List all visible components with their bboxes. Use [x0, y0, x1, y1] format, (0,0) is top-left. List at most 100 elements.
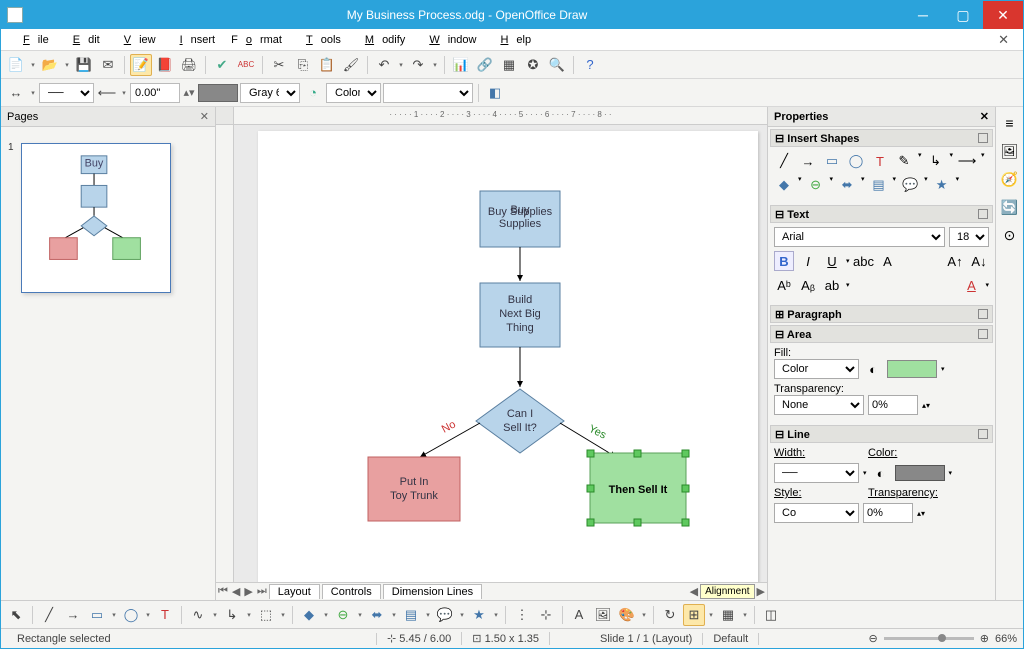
- line-color-icon[interactable]: ◐: [871, 463, 891, 483]
- text-shape-icon[interactable]: T: [870, 151, 890, 171]
- print-icon[interactable]: 🖨: [178, 54, 200, 76]
- strike-button[interactable]: abc: [854, 251, 874, 271]
- connector-tool-icon[interactable]: ↳: [221, 604, 243, 626]
- arrange-tool-icon[interactable]: ▦: [717, 604, 739, 626]
- connector-shape-icon[interactable]: ↳: [926, 151, 946, 171]
- symbol-tool-icon[interactable]: ⊖: [332, 604, 354, 626]
- rect-shape-icon[interactable]: ▭: [822, 151, 842, 171]
- flowchart-shape-icon[interactable]: ▤: [869, 175, 889, 195]
- font-size-select[interactable]: 18: [949, 227, 989, 247]
- paste-icon[interactable]: 📋: [316, 54, 338, 76]
- tab-first-icon[interactable]: ⏮: [216, 585, 230, 598]
- line-color-swatch[interactable]: [198, 84, 238, 102]
- line-shape-icon[interactable]: ╱: [774, 151, 794, 171]
- menu-format[interactable]: Format: [223, 32, 290, 48]
- email-icon[interactable]: ✉: [97, 54, 119, 76]
- star-tool-icon[interactable]: ★: [468, 604, 490, 626]
- properties-close-icon[interactable]: ✕: [980, 110, 989, 123]
- symbol-shape-icon[interactable]: ⊖: [806, 175, 826, 195]
- spellcheck-icon[interactable]: ✔: [211, 54, 233, 76]
- pages-close-icon[interactable]: ✕: [200, 110, 209, 123]
- copy-icon[interactable]: ⎘: [292, 54, 314, 76]
- menu-insert[interactable]: Insert: [164, 32, 224, 48]
- gallery-tab-icon[interactable]: 🖼: [1000, 141, 1020, 161]
- line-width-input[interactable]: [130, 83, 180, 103]
- line-width-select[interactable]: ──: [774, 463, 859, 483]
- menu-window[interactable]: Window: [413, 32, 484, 48]
- italic-button[interactable]: I: [798, 251, 818, 271]
- arrows-tool-icon[interactable]: ⬌: [366, 604, 388, 626]
- cut-icon[interactable]: ✂: [268, 54, 290, 76]
- fill-color-select[interactable]: [383, 83, 473, 103]
- new-dropdown[interactable]: ▾: [29, 61, 37, 69]
- ellipse-shape-icon[interactable]: ◯: [846, 151, 866, 171]
- font-color-icon[interactable]: A: [961, 275, 981, 295]
- curve-tool-icon[interactable]: ∿: [187, 604, 209, 626]
- lines-shape-icon[interactable]: ⟶: [957, 151, 977, 171]
- glue-tool-icon[interactable]: ⊹: [535, 604, 557, 626]
- close-button[interactable]: ✕: [983, 1, 1023, 29]
- autocheck-icon[interactable]: ABC: [235, 54, 257, 76]
- transparency-select[interactable]: None: [774, 395, 864, 415]
- decrease-font-icon[interactable]: A↓: [969, 251, 989, 271]
- new-icon[interactable]: 📄: [5, 54, 27, 76]
- undo-icon[interactable]: ↶: [373, 54, 395, 76]
- zoom-slider[interactable]: [884, 637, 974, 640]
- menu-modify[interactable]: Modify: [349, 32, 413, 48]
- points-tool-icon[interactable]: ⋮: [511, 604, 533, 626]
- shadow-icon[interactable]: ◧: [484, 82, 506, 104]
- fill-gradient-icon[interactable]: ◐: [863, 359, 883, 379]
- menu-help[interactable]: Help: [484, 32, 539, 48]
- line-color-swatch[interactable]: [895, 465, 945, 481]
- open-dropdown[interactable]: ▾: [63, 61, 71, 69]
- zoom-icon[interactable]: 🔍: [546, 54, 568, 76]
- basic-shape-icon[interactable]: ◆: [774, 175, 794, 195]
- functions-tab-icon[interactable]: ⊙: [1000, 225, 1020, 245]
- navigator-icon[interactable]: ✪: [522, 54, 544, 76]
- arrow-tool-icon[interactable]: →: [62, 604, 84, 626]
- help-icon[interactable]: ?: [579, 54, 601, 76]
- tab-layout[interactable]: Layout: [269, 584, 320, 599]
- document-close-icon[interactable]: ✕: [990, 30, 1017, 50]
- underline-button[interactable]: U: [822, 251, 842, 271]
- subscript-icon[interactable]: Aᵦ: [798, 275, 818, 295]
- text-tool-icon[interactable]: T: [154, 604, 176, 626]
- callout-shape-icon[interactable]: 💬: [900, 175, 920, 195]
- from-file-tool-icon[interactable]: 🖼: [592, 604, 614, 626]
- page-thumbnail[interactable]: 1 Buy: [21, 143, 171, 293]
- line-color-select[interactable]: Gray 6: [240, 83, 300, 103]
- format-paint-icon[interactable]: 🖌: [340, 54, 362, 76]
- canvas[interactable]: Buy Supplies Buy Supplies Build Next Big…: [234, 125, 767, 582]
- rect-tool-icon[interactable]: ▭: [86, 604, 108, 626]
- properties-tab-icon[interactable]: ≡: [1000, 113, 1020, 133]
- section-expand-icon[interactable]: [978, 133, 988, 143]
- tab-prev-icon[interactable]: ◀: [230, 585, 242, 598]
- zoom-in-icon[interactable]: ⊕: [980, 632, 989, 645]
- basic-shapes-tool-icon[interactable]: ◆: [298, 604, 320, 626]
- star-shape-icon[interactable]: ★: [932, 175, 952, 195]
- styles-tab-icon[interactable]: 🔄: [1000, 197, 1020, 217]
- arrow-shape-icon[interactable]: →: [798, 151, 818, 171]
- open-icon[interactable]: 📂: [39, 54, 61, 76]
- line-tool-icon[interactable]: ╱: [38, 604, 60, 626]
- highlight-icon[interactable]: ab: [822, 275, 842, 295]
- arrow-style-icon[interactable]: ↔: [5, 82, 27, 104]
- export-pdf-icon[interactable]: 📕: [154, 54, 176, 76]
- shadow-text-button[interactable]: A: [878, 251, 898, 271]
- page[interactable]: Buy Supplies Buy Supplies Build Next Big…: [258, 131, 758, 582]
- edit-file-icon[interactable]: 📝: [130, 54, 152, 76]
- transparency-input[interactable]: [868, 395, 918, 415]
- undo-dropdown[interactable]: ▾: [397, 61, 405, 69]
- redo-dropdown[interactable]: ▾: [431, 61, 439, 69]
- minimize-button[interactable]: ─: [903, 1, 943, 29]
- fill-color-swatch[interactable]: [887, 360, 937, 378]
- extrusion-tool-icon[interactable]: ◫: [760, 604, 782, 626]
- line-style-select2[interactable]: Co: [774, 503, 859, 523]
- gallery-tool-icon[interactable]: 🎨: [616, 604, 638, 626]
- ellipse-tool-icon[interactable]: ◯: [120, 604, 142, 626]
- arrow-end-icon[interactable]: ⟵: [96, 82, 118, 104]
- line-style-select[interactable]: ──: [39, 83, 94, 103]
- redo-icon[interactable]: ↷: [407, 54, 429, 76]
- fontwork-tool-icon[interactable]: A: [568, 604, 590, 626]
- navigator-tab-icon[interactable]: 🧭: [1000, 169, 1020, 189]
